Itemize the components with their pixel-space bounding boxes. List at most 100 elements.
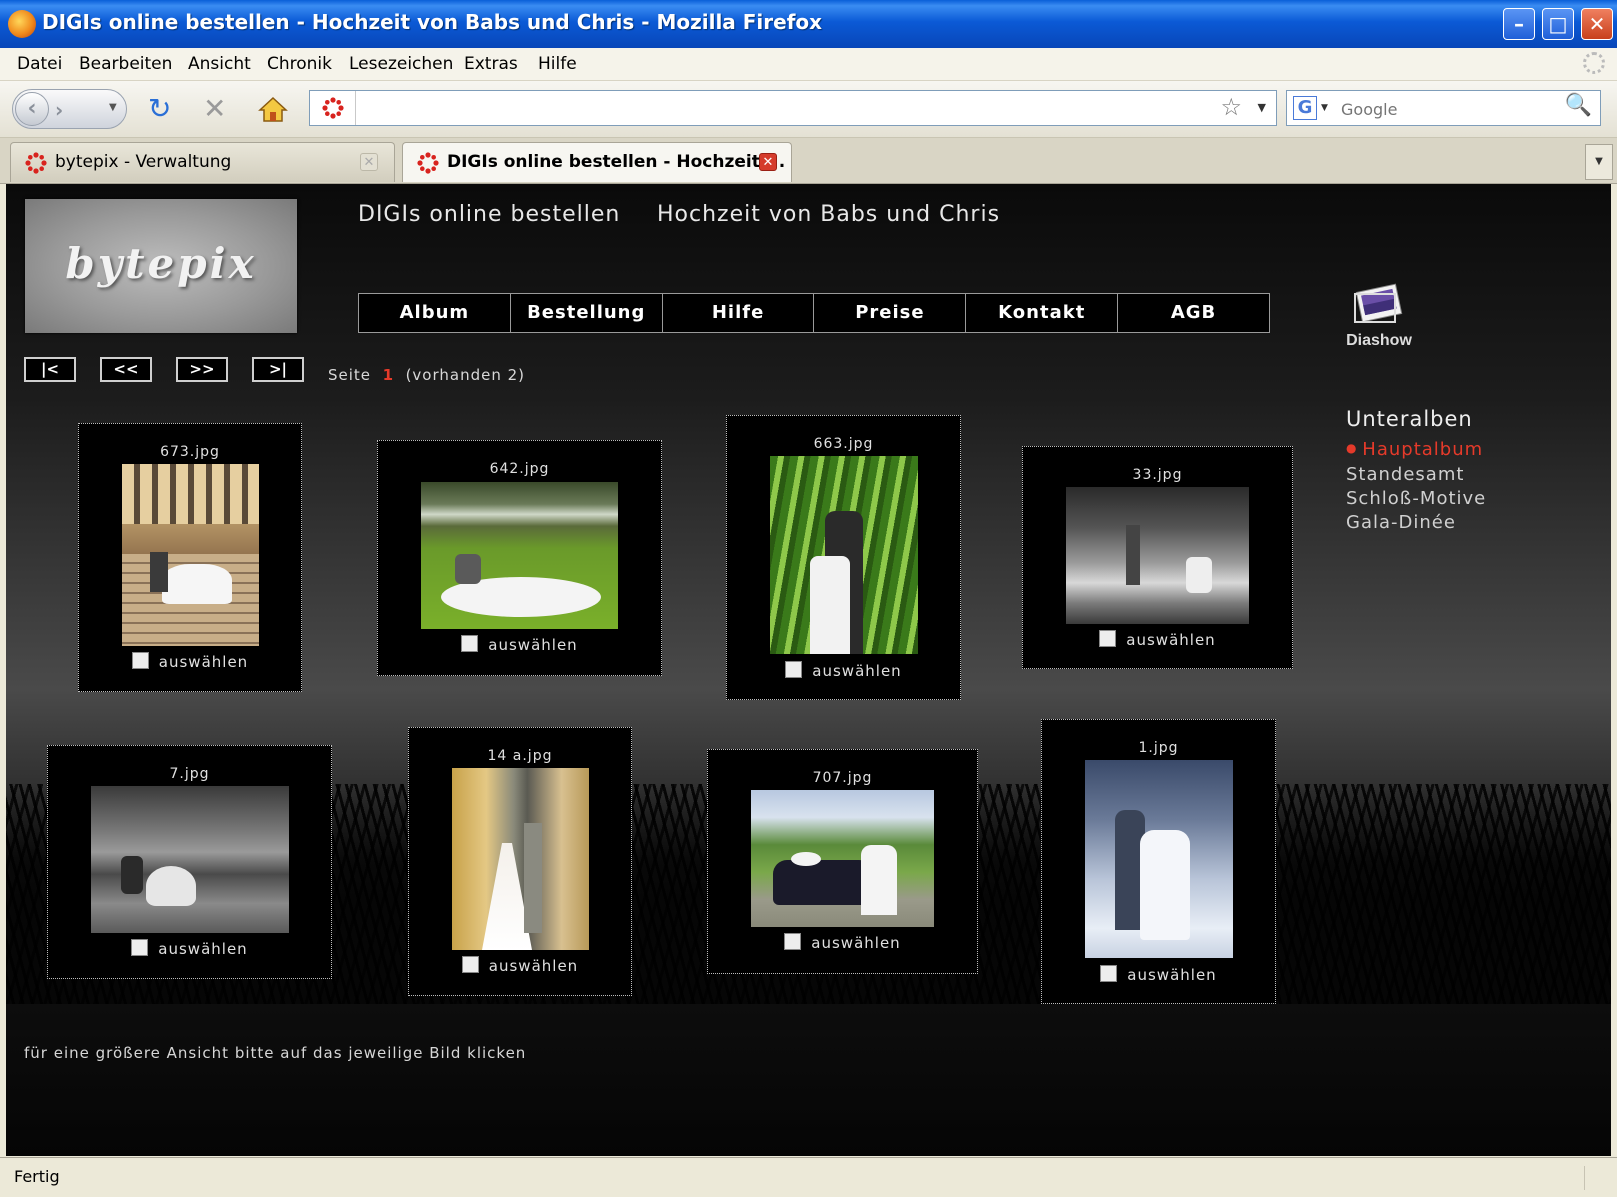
photo-thumbnail[interactable] [421,482,618,629]
select-checkbox[interactable] [131,652,149,669]
search-input[interactable] [1339,95,1563,123]
photo-thumbnail[interactable] [751,790,934,927]
close-window-button[interactable]: ✕ [1581,8,1613,40]
status-bar: Fertig [0,1157,1617,1197]
select-checkbox[interactable] [784,933,802,950]
subalbum-hauptalbum[interactable]: Hauptalbum [1346,438,1486,463]
engine-dropdown-icon[interactable]: ▼ [1321,103,1328,113]
photo-card: 7.jpg auswählen [47,745,332,979]
nav-hilfe[interactable]: Hilfe [663,294,815,332]
photo-thumbnail[interactable] [770,456,918,654]
menu-hilfe[interactable]: Hilfe [538,54,577,74]
select-checkbox[interactable] [461,635,479,652]
search-icon[interactable]: 🔍 [1565,93,1592,118]
web-page: bytepix DIGIs online bestellen Hochzeit … [6,184,1611,1156]
tab-close-icon[interactable]: ✕ [360,153,378,171]
menu-bearbeiten[interactable]: Bearbeiten [79,54,172,74]
select-checkbox[interactable] [131,939,149,956]
enlarge-hint: für eine größere Ansicht bitte auf das j… [24,1044,527,1062]
nav-album[interactable]: Album [359,294,511,332]
tab-bytepix-verwaltung[interactable]: bytepix - Verwaltung ✕ [10,142,395,182]
select-row[interactable]: auswählen [1042,965,1275,984]
page-indicator: Seite 1 (vorhanden 2) [328,366,525,384]
logo-text: bytepix [65,239,257,288]
photo-filename: 673.jpg [160,444,220,460]
photo-filename: 33.jpg [1132,467,1183,483]
menu-chronik[interactable]: Chronik [267,54,332,74]
photo-card: 14 a.jpg auswählen [408,727,632,996]
back-button[interactable]: ‹ [15,92,49,126]
url-bar[interactable]: ☆ ▼ [309,90,1277,126]
prev-page-button[interactable]: << [100,357,152,382]
select-row[interactable]: auswählen [727,661,960,680]
throbber-icon [1583,52,1605,74]
first-page-button[interactable]: |< [24,357,76,382]
tab-favicon-icon [417,152,439,174]
tab-favicon-icon [25,152,47,174]
select-row[interactable]: auswählen [378,635,661,654]
photo-thumbnail[interactable] [452,768,589,950]
select-row[interactable]: auswählen [409,956,631,975]
nav-bestellung[interactable]: Bestellung [511,294,663,332]
photo-thumbnail[interactable] [1085,760,1233,958]
photo-thumbnail[interactable] [91,786,289,933]
subalbum-standesamt[interactable]: Standesamt [1346,463,1486,487]
select-label: auswählen [488,957,579,975]
photo-thumbnail[interactable] [122,464,259,646]
slideshow-label[interactable]: Diashow [1324,332,1434,350]
last-page-button[interactable]: >| [252,357,304,382]
photo-filename: 7.jpg [169,766,210,782]
stop-icon[interactable]: ✕ [203,95,226,123]
select-checkbox[interactable] [1099,630,1117,647]
status-text: Fertig [14,1167,60,1186]
select-row[interactable]: auswählen [708,933,977,952]
photo-thumbnail[interactable] [1066,487,1249,624]
photo-card: 673.jpg auswählen [78,423,302,692]
tab-digis-online[interactable]: DIGIs online bestellen - Hochzeit ... ✕ [402,142,792,182]
bytepix-logo[interactable]: bytepix [25,199,297,333]
slideshow-icon[interactable] [1351,282,1407,324]
photo-filename: 1.jpg [1138,740,1179,756]
menu-ansicht[interactable]: Ansicht [188,54,251,74]
nav-kontakt[interactable]: Kontakt [966,294,1119,332]
firefox-logo-icon [8,10,36,38]
select-checkbox[interactable] [1100,965,1118,982]
select-row[interactable]: auswählen [79,652,301,671]
nav-preise[interactable]: Preise [814,294,967,332]
menu-extras[interactable]: Extras [464,54,518,74]
select-label: auswählen [158,940,248,958]
next-page-button[interactable]: >> [176,357,228,382]
select-label: auswählen [811,934,901,952]
minimize-button[interactable]: – [1503,8,1535,40]
select-label: auswählen [812,662,902,680]
select-row[interactable]: auswählen [48,939,331,958]
subalbum-gala-dinee[interactable]: Gala-Dinée [1346,511,1486,535]
subalbums-heading: Unteralben [1346,407,1473,431]
photo-filename: 707.jpg [812,770,873,786]
url-dropdown-icon[interactable]: ▼ [1258,101,1266,114]
forward-button[interactable]: › [55,98,63,122]
select-checkbox[interactable] [785,661,803,678]
main-nav: Album Bestellung Hilfe Preise Kontakt AG… [358,293,1270,333]
photo-filename: 14 a.jpg [487,748,553,764]
search-bar[interactable]: G ▼ 🔍 [1286,90,1601,126]
menu-lesezeichen[interactable]: Lesezeichen [349,54,453,74]
photo-card: 1.jpg auswählen [1041,719,1276,1004]
select-checkbox[interactable] [461,956,479,973]
tab-label: bytepix - Verwaltung [55,152,232,172]
subalbum-schloss-motive[interactable]: Schloß-Motive [1346,487,1486,511]
maximize-button[interactable]: □ [1542,8,1574,40]
bookmark-star-icon[interactable]: ☆ [1220,93,1242,121]
home-icon[interactable] [258,95,288,128]
photo-card: 33.jpg auswählen [1022,446,1293,669]
reload-icon[interactable]: ↻ [148,95,171,123]
menu-datei[interactable]: Datei [17,54,62,74]
tab-list-dropdown-icon[interactable]: ▼ [1585,144,1613,180]
resize-grip-icon[interactable] [1584,1166,1603,1190]
tab-close-icon[interactable]: ✕ [759,153,777,171]
select-row[interactable]: auswählen [1023,630,1292,649]
history-dropdown-icon[interactable]: ▼ [109,102,117,113]
photo-card: 707.jpg auswählen [707,749,978,974]
google-engine-icon[interactable]: G [1293,96,1317,120]
nav-agb[interactable]: AGB [1118,294,1269,332]
